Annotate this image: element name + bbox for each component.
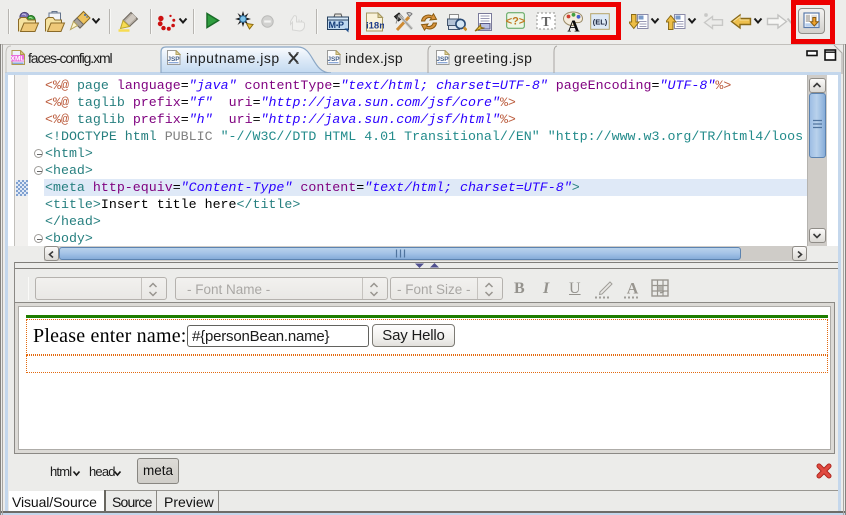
svg-text:P: P bbox=[338, 20, 344, 30]
svg-text:JSP: JSP bbox=[167, 56, 180, 63]
svg-text:M: M bbox=[329, 20, 337, 30]
svg-text:XML: XML bbox=[11, 56, 24, 63]
svg-text:A: A bbox=[627, 281, 639, 298]
svg-text:JSP: JSP bbox=[436, 56, 449, 63]
svg-text:JSP: JSP bbox=[327, 56, 340, 63]
